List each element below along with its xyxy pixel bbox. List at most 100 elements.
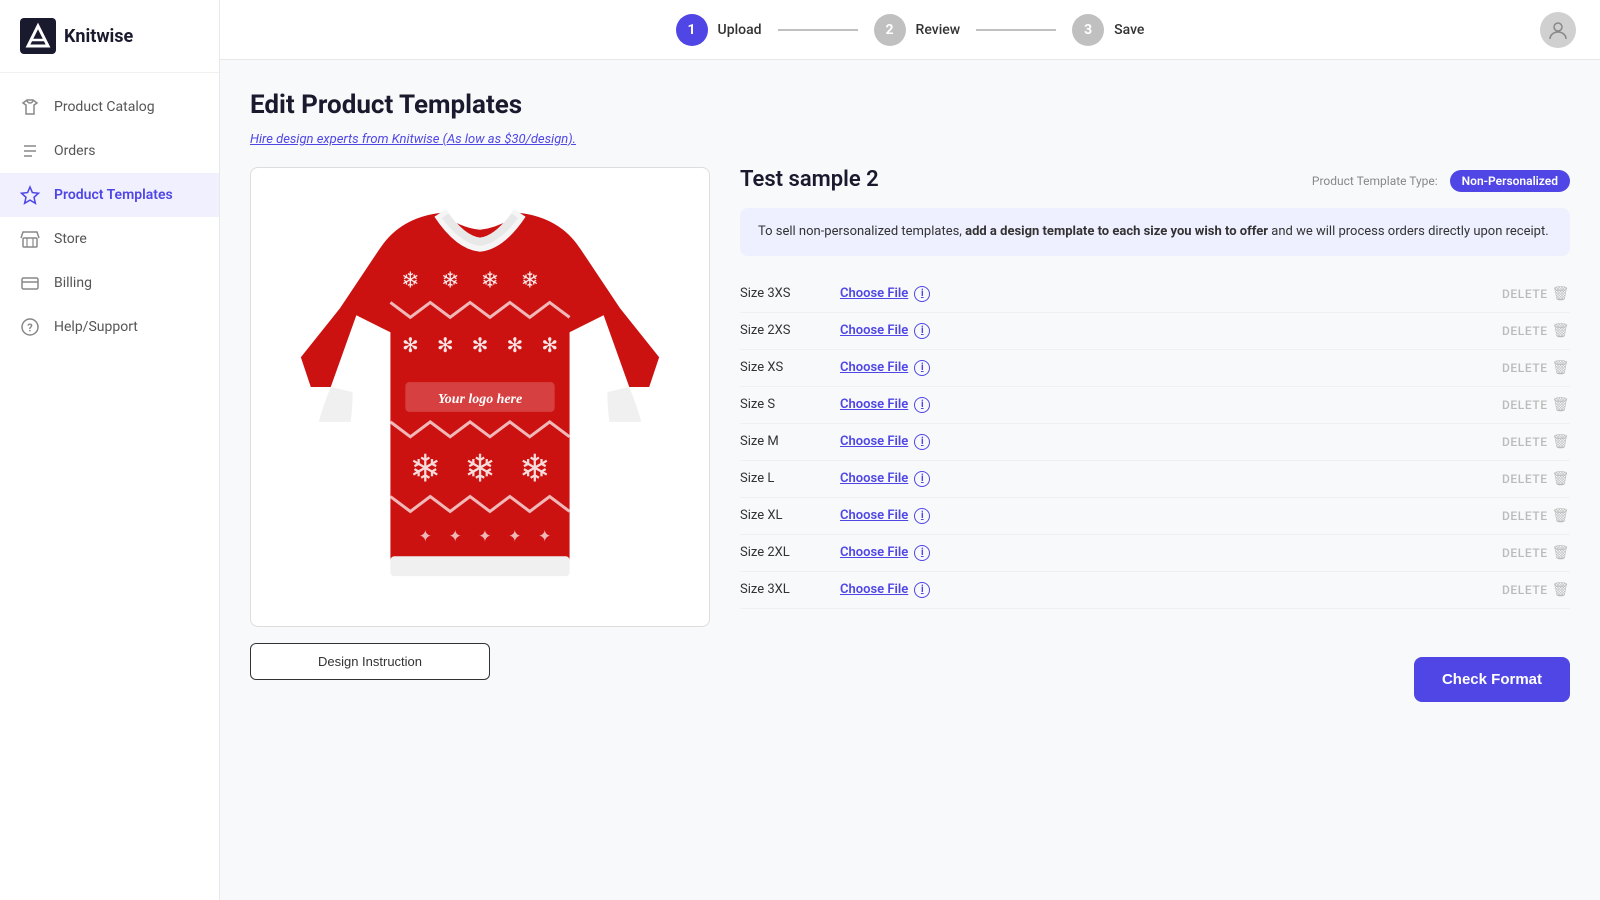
stepper: 1 Upload 2 Review 3 Save — [676, 14, 1145, 46]
info-icon-2[interactable]: i — [914, 360, 930, 376]
delete-button-8[interactable]: DELETE 🗑 — [1502, 582, 1570, 598]
sidebar-nav: Product Catalog Orders Product Templates — [0, 73, 219, 900]
svg-text:❄: ❄ — [519, 448, 551, 492]
product-name: Test sample 2 — [740, 167, 879, 192]
trash-icon-4: 🗑 — [1552, 434, 1570, 450]
product-header: Test sample 2 Product Template Type: Non… — [740, 167, 1570, 192]
info-icon-4[interactable]: i — [914, 434, 930, 450]
sweater-preview: ❄ ❄ ❄ ❄ ✻ ✻ ✻ ✻ ✻ — [271, 188, 689, 606]
sidebar-item-orders[interactable]: Orders — [0, 129, 219, 173]
size-label-8: Size 3XL — [740, 582, 840, 597]
trash-icon-1: 🗑 — [1552, 323, 1570, 339]
choose-file-link-2[interactable]: Choose File i — [840, 360, 930, 376]
hire-link[interactable]: Hire design experts from Knitwise (As lo… — [250, 132, 576, 147]
step-3-label: Save — [1114, 22, 1144, 38]
sidebar-item-label-billing: Billing — [54, 275, 92, 291]
help-icon: ? — [20, 317, 40, 337]
shirt-icon — [20, 97, 40, 117]
sidebar-item-billing[interactable]: Billing — [0, 261, 219, 305]
svg-text:✦: ✦ — [508, 526, 521, 545]
delete-button-5[interactable]: DELETE 🗑 — [1502, 471, 1570, 487]
delete-button-2[interactable]: DELETE 🗑 — [1502, 360, 1570, 376]
sidebar-item-label-product-catalog: Product Catalog — [54, 99, 155, 115]
sidebar-item-product-catalog[interactable]: Product Catalog — [0, 85, 219, 129]
delete-button-3[interactable]: DELETE 🗑 — [1502, 397, 1570, 413]
knitwise-logo-icon — [20, 18, 56, 54]
delete-button-7[interactable]: DELETE 🗑 — [1502, 545, 1570, 561]
step-1-label: Upload — [718, 22, 762, 38]
choose-file-link-4[interactable]: Choose File i — [840, 434, 930, 450]
choose-file-link-3[interactable]: Choose File i — [840, 397, 930, 413]
choose-file-text-2: Choose File — [840, 360, 908, 375]
choose-file-text-6: Choose File — [840, 508, 908, 523]
info-box: To sell non-personalized templates, add … — [740, 208, 1570, 256]
trash-icon-8: 🗑 — [1552, 582, 1570, 598]
delete-label-5: DELETE — [1502, 472, 1548, 486]
choose-file-link-8[interactable]: Choose File i — [840, 582, 930, 598]
svg-text:✻: ✻ — [506, 334, 523, 357]
svg-text:❄: ❄ — [464, 448, 496, 492]
delete-button-6[interactable]: DELETE 🗑 — [1502, 508, 1570, 524]
delete-label-1: DELETE — [1502, 324, 1548, 338]
star-icon — [20, 185, 40, 205]
size-row: Size 3XS Choose File i DELETE 🗑 — [740, 276, 1570, 313]
choose-file-link-7[interactable]: Choose File i — [840, 545, 930, 561]
step-2-label: Review — [916, 22, 961, 38]
info-icon-6[interactable]: i — [914, 508, 930, 524]
info-icon-8[interactable]: i — [914, 582, 930, 598]
svg-text:❄: ❄ — [401, 269, 419, 294]
step-1: 1 Upload — [676, 14, 762, 46]
info-icon-5[interactable]: i — [914, 471, 930, 487]
delete-label-7: DELETE — [1502, 546, 1548, 560]
sidebar-item-label-orders: Orders — [54, 143, 96, 159]
design-instruction-button[interactable]: Design Instruction — [250, 643, 490, 680]
info-text-bold: add a design template to each size you w… — [965, 224, 1268, 239]
choose-file-text-3: Choose File — [840, 397, 908, 412]
page-title: Edit Product Templates — [250, 90, 1570, 120]
step-2: 2 Review — [874, 14, 961, 46]
size-label-7: Size 2XL — [740, 545, 840, 560]
delete-button-1[interactable]: DELETE 🗑 — [1502, 323, 1570, 339]
choose-file-link-6[interactable]: Choose File i — [840, 508, 930, 524]
step-line-2-3 — [976, 29, 1056, 31]
svg-text:✦: ✦ — [538, 526, 551, 545]
svg-text:✻: ✻ — [437, 334, 454, 357]
choose-file-link-5[interactable]: Choose File i — [840, 471, 930, 487]
svg-text:❄: ❄ — [521, 269, 539, 294]
logo-text: Knitwise — [64, 26, 133, 47]
info-icon-3[interactable]: i — [914, 397, 930, 413]
size-label-4: Size M — [740, 434, 840, 449]
svg-text:✻: ✻ — [541, 334, 558, 357]
size-label-1: Size 2XS — [740, 323, 840, 338]
delete-label-2: DELETE — [1502, 361, 1548, 375]
delete-button-4[interactable]: DELETE 🗑 — [1502, 434, 1570, 450]
sidebar-item-help-support[interactable]: ? Help/Support — [0, 305, 219, 349]
sidebar-item-store[interactable]: Store — [0, 217, 219, 261]
info-icon-7[interactable]: i — [914, 545, 930, 561]
product-image-box: ❄ ❄ ❄ ❄ ✻ ✻ ✻ ✻ ✻ — [250, 167, 710, 627]
choose-file-text-1: Choose File — [840, 323, 908, 338]
trash-icon-7: 🗑 — [1552, 545, 1570, 561]
sidebar-item-label-help-support: Help/Support — [54, 319, 138, 335]
content-area: ❄ ❄ ❄ ❄ ✻ ✻ ✻ ✻ ✻ — [250, 167, 1570, 702]
sidebar-item-product-templates[interactable]: Product Templates — [0, 173, 219, 217]
size-row: Size 2XS Choose File i DELETE 🗑 — [740, 313, 1570, 350]
sidebar: Knitwise Product Catalog Orders — [0, 0, 220, 900]
topbar: 1 Upload 2 Review 3 Save — [220, 0, 1600, 60]
size-row: Size XS Choose File i DELETE 🗑 — [740, 350, 1570, 387]
choose-file-link-0[interactable]: Choose File i — [840, 286, 930, 302]
trash-icon-5: 🗑 — [1552, 471, 1570, 487]
info-icon-0[interactable]: i — [914, 286, 930, 302]
check-format-button[interactable]: Check Format — [1414, 657, 1570, 702]
size-label-6: Size XL — [740, 508, 840, 523]
size-rows: Size 3XS Choose File i DELETE 🗑 Size 2XS… — [740, 276, 1570, 609]
step-3: 3 Save — [1072, 14, 1144, 46]
trash-icon-3: 🗑 — [1552, 397, 1570, 413]
svg-text:❄: ❄ — [481, 269, 499, 294]
choose-file-link-1[interactable]: Choose File i — [840, 323, 930, 339]
info-icon-1[interactable]: i — [914, 323, 930, 339]
svg-text:✦: ✦ — [448, 526, 461, 545]
choose-file-text-7: Choose File — [840, 545, 908, 560]
delete-button-0[interactable]: DELETE 🗑 — [1502, 286, 1570, 302]
user-avatar[interactable] — [1540, 12, 1576, 48]
